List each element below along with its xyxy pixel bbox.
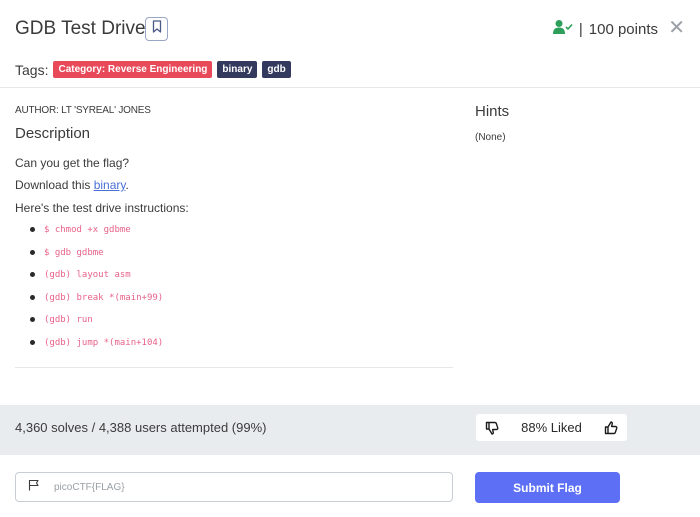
command-item: (gdb) layout asm	[30, 267, 163, 290]
liked-percentage: 88% Liked	[521, 420, 582, 435]
binary-link[interactable]: binary	[94, 178, 126, 192]
hints-value: (None)	[475, 132, 506, 143]
points-value: 100 points	[588, 20, 658, 38]
thumbs-up-icon[interactable]	[603, 420, 619, 436]
download-suffix: .	[125, 178, 129, 192]
description-heading: Description	[15, 125, 91, 142]
header-divider	[0, 87, 700, 88]
tags-row: Tags: Category: Reverse Engineering bina…	[15, 61, 291, 78]
command-item: (gdb) jump *(main+104)	[30, 335, 163, 358]
description-line: Can you get the flag?	[15, 156, 130, 170]
like-box: 88% Liked	[476, 414, 627, 441]
hints-heading: Hints	[475, 103, 510, 120]
flag-input[interactable]	[52, 480, 436, 494]
submit-flag-button[interactable]: Submit Flag	[475, 472, 620, 503]
tag-binary[interactable]: binary	[217, 61, 258, 78]
points-display: | 100 points	[552, 19, 658, 39]
solves-count: 4,360 solves / 4,388 users attempted (99…	[15, 420, 267, 435]
close-icon: ✕	[668, 17, 685, 39]
challenge-title: GDB Test Drive	[15, 18, 146, 39]
bookmark-icon	[152, 20, 162, 38]
thumbs-down-icon[interactable]	[484, 420, 500, 436]
download-prefix: Download this	[15, 178, 94, 192]
flag-icon	[28, 478, 40, 496]
download-line: Download this binary.	[15, 178, 129, 192]
command-item: $ chmod +x gdbme	[30, 222, 163, 245]
points-separator: |	[578, 20, 583, 38]
flag-input-wrapper	[15, 472, 453, 502]
tags-label: Tags:	[15, 61, 49, 78]
close-button[interactable]: ✕	[668, 15, 685, 40]
tag-gdb[interactable]: gdb	[262, 61, 291, 78]
user-check-icon	[552, 19, 573, 39]
bookmark-button[interactable]	[145, 17, 168, 41]
command-item: $ gdb gdbme	[30, 245, 163, 268]
instructions-intro: Here's the test drive instructions:	[15, 201, 189, 215]
command-item: (gdb) run	[30, 312, 163, 335]
author: AUTHOR: LT 'SYREAL' JONES	[15, 105, 151, 116]
description-divider	[15, 367, 453, 368]
command-item: (gdb) break *(main+99)	[30, 290, 163, 313]
tag-category[interactable]: Category: Reverse Engineering	[53, 61, 213, 78]
command-list: $ chmod +x gdbme $ gdb gdbme (gdb) layou…	[30, 222, 163, 357]
